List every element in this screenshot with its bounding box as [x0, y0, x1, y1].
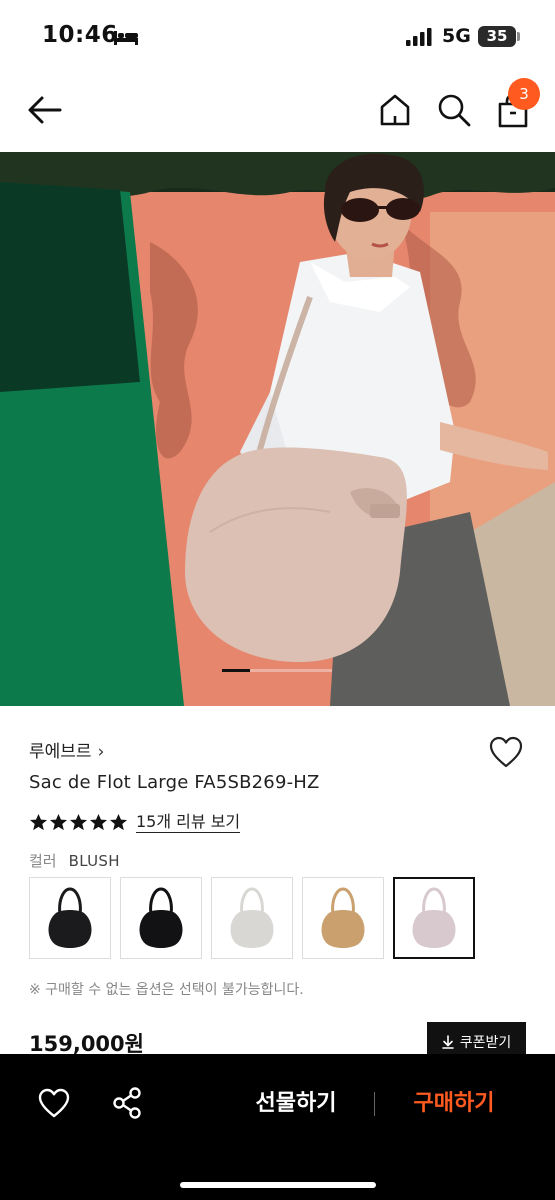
chevron-right-icon: › — [97, 742, 105, 762]
search-icon[interactable] — [436, 92, 472, 128]
status-time: 10:46 — [42, 22, 118, 48]
star-icon — [109, 813, 128, 830]
status-bar: 10:46 5G 35 — [0, 0, 555, 70]
star-icon — [89, 813, 108, 830]
share-icon[interactable] — [111, 1086, 143, 1120]
bed-icon — [114, 31, 138, 45]
color-swatch[interactable] — [29, 877, 111, 959]
battery-icon: 35 — [478, 26, 516, 47]
color-swatch[interactable] — [302, 877, 384, 959]
option-note: ※ 구매할 수 없는 옵션은 선택이 불가능합니다. — [29, 982, 304, 998]
hero-photo — [0, 152, 555, 706]
color-swatch[interactable] — [393, 877, 475, 959]
heart-icon[interactable] — [37, 1087, 71, 1119]
carousel-indicator-active — [222, 669, 250, 672]
buy-button[interactable]: 구매하기 — [392, 1084, 516, 1124]
home-indicator[interactable] — [180, 1182, 376, 1188]
star-icon — [29, 813, 48, 830]
bag-thumbnail — [48, 887, 92, 948]
color-swatch[interactable] — [211, 877, 293, 959]
star-icon — [69, 813, 88, 830]
product-name: Sac de Flot Large FA5SB269-HZ — [29, 772, 320, 793]
bag-thumbnail — [412, 887, 456, 948]
product-hero-image[interactable] — [0, 152, 555, 706]
top-nav: 3 — [0, 70, 555, 152]
carousel-indicator[interactable] — [222, 669, 332, 672]
brand-link[interactable]: 루에브르 › — [29, 737, 104, 762]
battery-tip — [517, 32, 520, 41]
color-row: 컬러 BLUSH — [29, 850, 120, 871]
signal-icon — [406, 28, 432, 46]
bottom-action-bar: 선물하기 구매하기 — [0, 1054, 555, 1200]
back-arrow-icon[interactable] — [26, 94, 64, 126]
color-swatch[interactable] — [120, 877, 202, 959]
brand-name: 루에브르 — [29, 742, 92, 762]
color-swatches — [29, 877, 475, 959]
network-label: 5G — [442, 25, 471, 47]
review-link[interactable]: 15개 리뷰 보기 — [136, 812, 241, 833]
star-icon — [49, 813, 68, 830]
gift-button[interactable]: 선물하기 — [232, 1084, 360, 1124]
cart-count-badge[interactable]: 3 — [508, 78, 540, 110]
color-value: BLUSH — [68, 852, 120, 870]
bar-divider — [374, 1092, 375, 1116]
star-rating — [29, 813, 128, 832]
rating-row: 15개 리뷰 보기 — [29, 810, 241, 834]
download-icon — [441, 1035, 454, 1049]
bag-thumbnail — [230, 887, 274, 948]
heart-icon[interactable] — [488, 735, 524, 769]
coupon-label: 쿠폰받기 — [459, 1035, 512, 1051]
bag-thumbnail — [139, 887, 183, 948]
home-icon[interactable] — [378, 92, 412, 128]
color-label: 컬러 — [29, 852, 57, 870]
bag-thumbnail — [321, 887, 365, 948]
